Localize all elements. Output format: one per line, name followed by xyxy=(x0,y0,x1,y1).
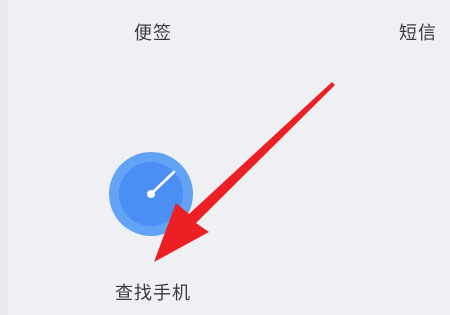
radar-icon xyxy=(119,162,183,226)
find-phone-app-icon[interactable] xyxy=(109,152,193,236)
red-arrow-annotation xyxy=(154,82,335,262)
app-label-sms[interactable]: 短信 xyxy=(399,19,437,45)
left-edge xyxy=(0,0,8,315)
app-label-notes[interactable]: 便签 xyxy=(134,19,172,45)
app-label-find-phone[interactable]: 查找手机 xyxy=(115,279,191,305)
home-screen: 便签 短信 查找手机 xyxy=(0,0,450,315)
